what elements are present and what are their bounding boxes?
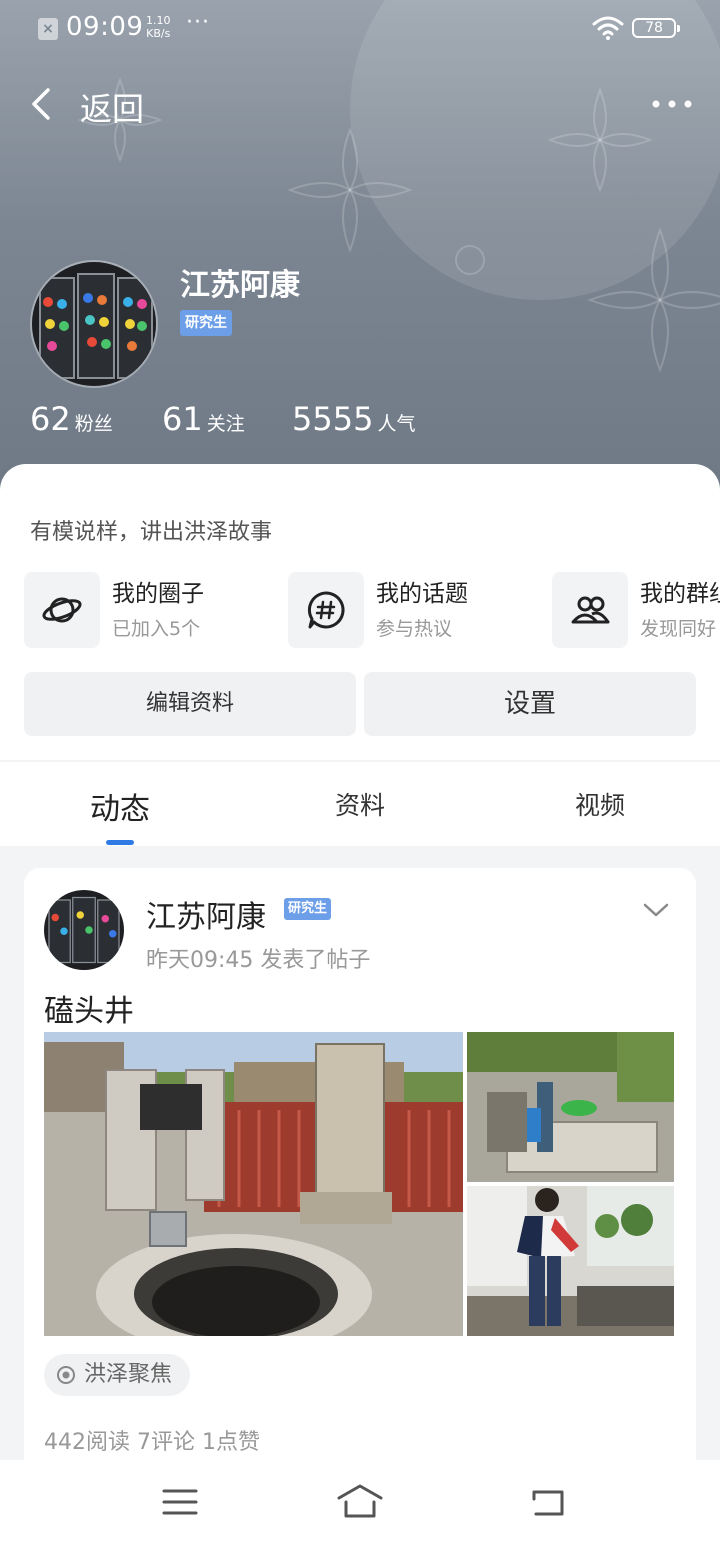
avatar-image: [32, 262, 156, 386]
back-label: 返回: [80, 90, 145, 128]
profile-panel: 有模说样，讲出洪泽故事 我的圈子 已加入5个 我的话题 参与热议 我的群 发现同…: [0, 464, 720, 760]
more-icon[interactable]: [648, 92, 696, 116]
stat-label: 粉丝: [74, 413, 113, 435]
post-meta: 昨天09:45 发表了帖子: [146, 942, 370, 974]
network-speed-unit: KB/s: [146, 27, 171, 40]
profile-username: 江苏阿康: [180, 268, 300, 303]
stat-label: 人气: [377, 413, 416, 435]
quick-link-topics[interactable]: 我的话题 参与热议: [288, 572, 548, 648]
post-stats: 442阅读 7评论 1点赞: [44, 1430, 260, 1455]
avatar-image: [44, 890, 124, 970]
stat-following[interactable]: 61 关注: [162, 400, 245, 438]
post-title: 磕头井: [44, 994, 134, 1029]
tab-videos[interactable]: 视频: [480, 786, 720, 822]
stat-value: 61: [162, 400, 203, 438]
group-icon: [571, 596, 610, 624]
water-pump-photo: [467, 1032, 674, 1182]
tab-activity[interactable]: 动态: [0, 784, 240, 828]
stat-label: 关注: [206, 413, 245, 435]
notification-off-icon: ×: [38, 18, 58, 40]
back-icon[interactable]: [528, 1482, 568, 1522]
planet-icon: [42, 597, 82, 623]
education-badge: 研究生: [284, 898, 332, 920]
man-at-well-photo: [467, 1186, 674, 1336]
chevron-down-icon[interactable]: [642, 900, 670, 920]
wifi-icon: [592, 16, 624, 40]
profile-avatar[interactable]: [30, 260, 158, 388]
topic-target-icon: [57, 1366, 75, 1384]
quick-link-circles[interactable]: 我的圈子 已加入5个: [24, 572, 284, 648]
quick-link-icon-box: [24, 572, 100, 648]
tab-profile-info[interactable]: 资料: [240, 786, 480, 822]
back-button[interactable]: 返回: [22, 80, 162, 128]
quick-link-icon-box: [552, 572, 628, 648]
quick-link-subtitle: 已加入5个: [112, 618, 201, 640]
menu-icon[interactable]: [160, 1482, 200, 1522]
quick-link-subtitle: 发现同好: [640, 618, 717, 640]
edit-profile-button[interactable]: 编辑资料: [24, 672, 356, 736]
status-time: 09:09: [66, 12, 144, 42]
active-tab-indicator: [106, 840, 134, 845]
quick-link-title: 我的群组: [640, 581, 720, 607]
back-chevron-icon: [32, 88, 50, 120]
home-icon[interactable]: [336, 1482, 384, 1522]
post-photo[interactable]: [467, 1032, 674, 1182]
settings-button[interactable]: 设置: [364, 672, 696, 736]
post-photo[interactable]: [44, 1032, 463, 1336]
quick-link-groups[interactable]: 我的群组 发现同好: [552, 572, 720, 648]
profile-slogan: 有模说样，讲出洪泽故事: [30, 520, 273, 545]
stat-value: 5555: [292, 400, 374, 438]
profile-tabs: 动态 资料 视频: [0, 762, 720, 846]
status-bar: × 09:09 1.10 KB/s ··· 78: [0, 0, 720, 56]
quick-link-title: 我的话题: [376, 581, 468, 607]
education-badge: 研究生: [180, 310, 232, 336]
topic-tag[interactable]: 洪泽聚焦: [44, 1354, 191, 1396]
post-action: 发表了帖子: [260, 948, 371, 973]
post-author-name[interactable]: 江苏阿康: [146, 892, 266, 936]
post-card[interactable]: 江苏阿康 研究生 昨天09:45 发表了帖子 磕头井 洪泽聚焦 442阅读 7评…: [24, 868, 696, 1488]
stat-value: 62: [30, 400, 71, 438]
quick-link-subtitle: 参与热议: [376, 618, 453, 640]
post-time: 昨天09:45: [146, 948, 254, 973]
quick-link-title: 我的圈子: [112, 581, 204, 607]
stat-popularity: 5555 人气: [292, 400, 415, 438]
profile-header-background: × 09:09 1.10 KB/s ··· 78 返回 江苏阿康 研究生 62 …: [0, 0, 720, 500]
post-photo[interactable]: [467, 1186, 674, 1336]
stat-fans[interactable]: 62 粉丝: [30, 400, 113, 438]
battery-level: 78: [645, 20, 663, 36]
battery-icon: 78: [632, 18, 680, 38]
system-navigation-bar: [0, 1460, 720, 1544]
network-speed-value: 1.10: [146, 14, 171, 27]
hashtag-icon: [307, 591, 345, 629]
quick-link-icon-box: [288, 572, 364, 648]
status-more-dots: ···: [186, 10, 210, 35]
network-speed: 1.10 KB/s: [146, 14, 171, 40]
topic-tag-label: 洪泽聚焦: [84, 1362, 173, 1387]
well-monument-photo: [44, 1032, 463, 1336]
post-author-avatar[interactable]: [44, 890, 124, 970]
